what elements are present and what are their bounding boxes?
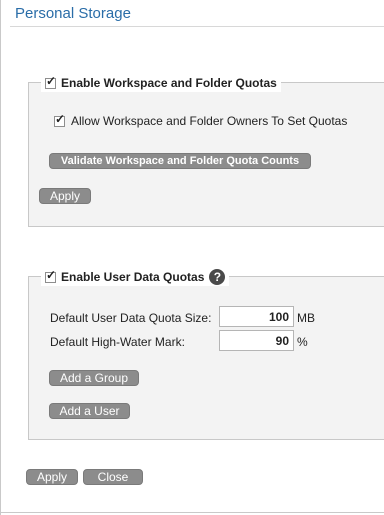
- default-quota-size-label: Default User Data Quota Size:: [50, 311, 212, 325]
- checkmark-icon: ✓: [55, 111, 66, 126]
- enable-user-quotas-label: Enable User Data Quotas: [61, 270, 205, 284]
- enable-user-quotas-checkbox[interactable]: ✓: [45, 267, 57, 283]
- workspace-apply-button[interactable]: Apply: [39, 188, 91, 204]
- help-icon[interactable]: ?: [209, 269, 226, 285]
- enable-workspace-quotas-checkbox[interactable]: ✓: [45, 73, 57, 89]
- checkmark-icon: ✓: [46, 267, 57, 282]
- workspace-quotas-section: ✓ Enable Workspace and Folder Quotas ✓ A…: [28, 74, 384, 227]
- apply-button[interactable]: Apply: [26, 469, 78, 485]
- high-water-mark-input[interactable]: [219, 330, 294, 351]
- add-user-button[interactable]: Add a User: [49, 403, 130, 419]
- allow-owners-label: Allow Workspace and Folder Owners To Set…: [71, 114, 348, 128]
- default-quota-size-input[interactable]: [219, 306, 294, 327]
- enable-workspace-quotas-label: Enable Workspace and Folder Quotas: [61, 76, 277, 90]
- page-title: Personal Storage: [15, 5, 131, 22]
- high-water-mark-label: Default High-Water Mark:: [50, 335, 185, 349]
- title-divider: [10, 26, 384, 27]
- close-button[interactable]: Close: [83, 469, 143, 485]
- allow-owners-row: ✓ Allow Workspace and Folder Owners To S…: [54, 111, 348, 128]
- checkmark-icon: ✓: [46, 73, 57, 88]
- add-group-button[interactable]: Add a Group: [49, 370, 139, 386]
- user-quotas-legend: ✓ Enable User Data Quotas ?: [41, 267, 230, 286]
- allow-owners-checkbox[interactable]: ✓: [54, 111, 66, 127]
- high-water-mark-unit: %: [297, 335, 308, 349]
- user-quotas-section: ✓ Enable User Data Quotas ? Default User…: [28, 268, 384, 440]
- left-border: [0, 0, 1, 515]
- default-quota-size-unit: MB: [297, 311, 315, 325]
- bottom-border: [0, 512, 384, 513]
- workspace-quotas-legend: ✓ Enable Workspace and Folder Quotas: [41, 74, 281, 92]
- validate-quota-counts-button[interactable]: Validate Workspace and Folder Quota Coun…: [49, 153, 311, 169]
